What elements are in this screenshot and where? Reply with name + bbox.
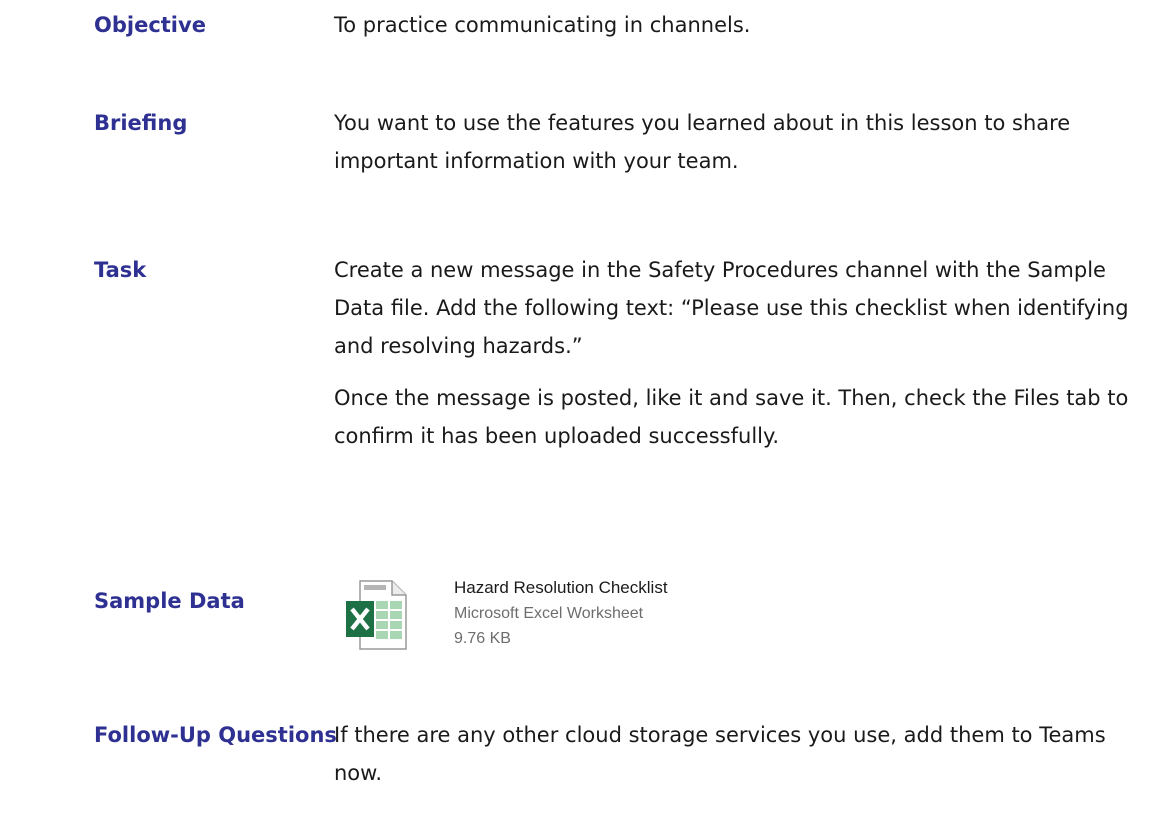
objective-label: Objective (94, 13, 206, 37)
briefing-label: Briefing (94, 111, 188, 135)
follow-up-text: If there are any other cloud storage ser… (334, 716, 1154, 792)
task-paragraph-1: Create a new message in the Safety Proce… (334, 258, 1129, 358)
task-paragraph-2: Once the message is posted, like it and … (334, 386, 1129, 448)
file-info: Hazard Resolution Checklist Microsoft Ex… (454, 575, 668, 651)
briefing-text: You want to use the features you learned… (334, 104, 1154, 180)
follow-up-paragraph: If there are any other cloud storage ser… (334, 723, 1106, 785)
excel-file-icon (346, 580, 407, 650)
objective-paragraph: To practice communicating in channels. (334, 13, 751, 37)
file-name: Hazard Resolution Checklist (454, 578, 668, 597)
task-text: Create a new message in the Safety Proce… (334, 251, 1154, 455)
follow-up-label: Follow-Up Questions (94, 723, 337, 747)
briefing-paragraph: You want to use the features you learned… (334, 111, 1071, 173)
sample-data-label: Sample Data (94, 589, 245, 613)
objective-text: To practice communicating in channels. (334, 6, 1154, 44)
file-size: 9.76 KB (454, 630, 511, 647)
task-label: Task (94, 258, 147, 282)
file-type: Microsoft Excel Worksheet (454, 605, 644, 622)
